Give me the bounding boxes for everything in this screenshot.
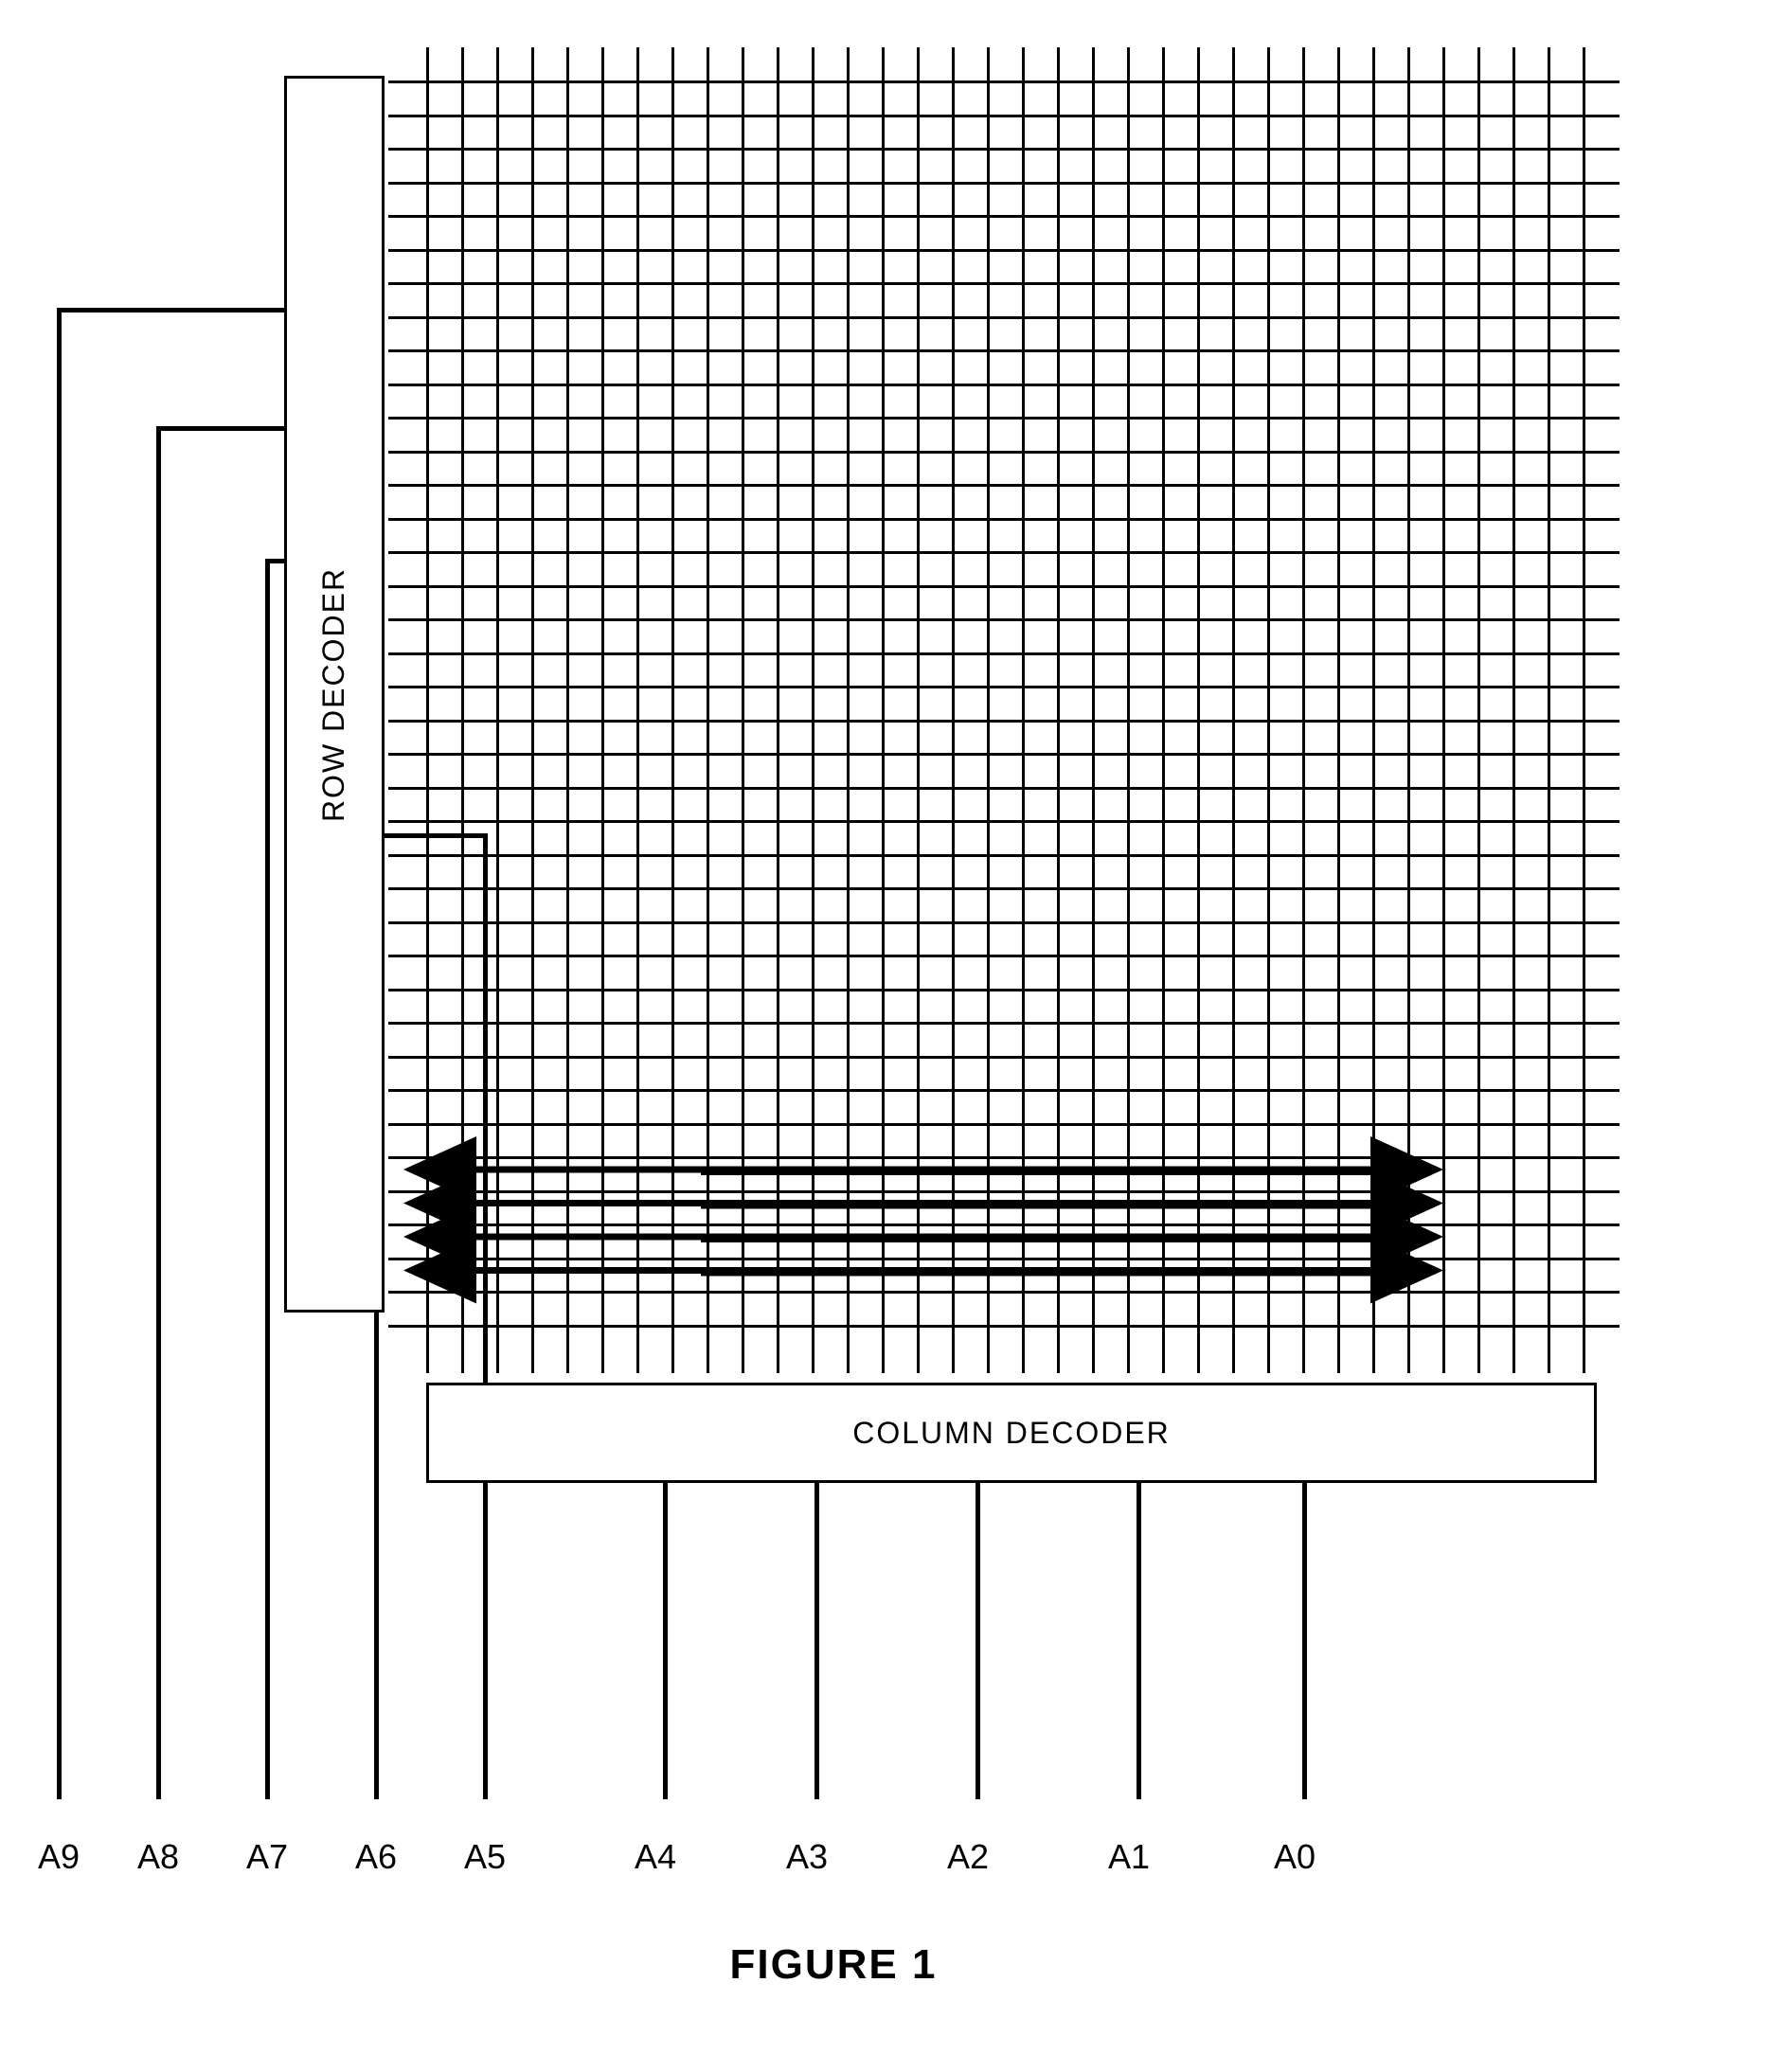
addr-label-A7: A7	[246, 1837, 288, 1877]
row-decoder-block: ROW DECODER	[284, 76, 385, 1313]
col-decoder-block: COLUMN DECODER	[426, 1383, 1597, 1483]
addr-wire-A1	[1137, 1477, 1141, 1799]
figure-label: FIGURE 1	[28, 1941, 1638, 1989]
addr-wire-A3	[814, 1477, 819, 1799]
addr-wire-A4	[663, 1477, 668, 1799]
wordline-arrows	[28, 28, 1638, 1354]
addr-label-A6: A6	[355, 1837, 397, 1877]
addr-label-A3: A3	[786, 1837, 828, 1877]
addr-wire-A0	[1302, 1477, 1307, 1799]
addr-label-A4: A4	[635, 1837, 676, 1877]
addr-label-A9: A9	[38, 1837, 80, 1877]
addr-label-A8: A8	[137, 1837, 179, 1877]
addr-label-A1: A1	[1108, 1837, 1150, 1877]
row-decoder-label: ROW DECODER	[317, 566, 352, 821]
addr-label-A5: A5	[464, 1837, 506, 1877]
col-decoder-label: COLUMN DECODER	[852, 1416, 1171, 1451]
addr-wire-A2	[975, 1477, 980, 1799]
memory-decoder-diagram: ROW DECODER COLUMN DECODER A9 A8 A7 A6 A5 A4 A…	[28, 28, 1638, 2017]
addr-label-A2: A2	[947, 1837, 989, 1877]
addr-label-A0: A0	[1274, 1837, 1316, 1877]
